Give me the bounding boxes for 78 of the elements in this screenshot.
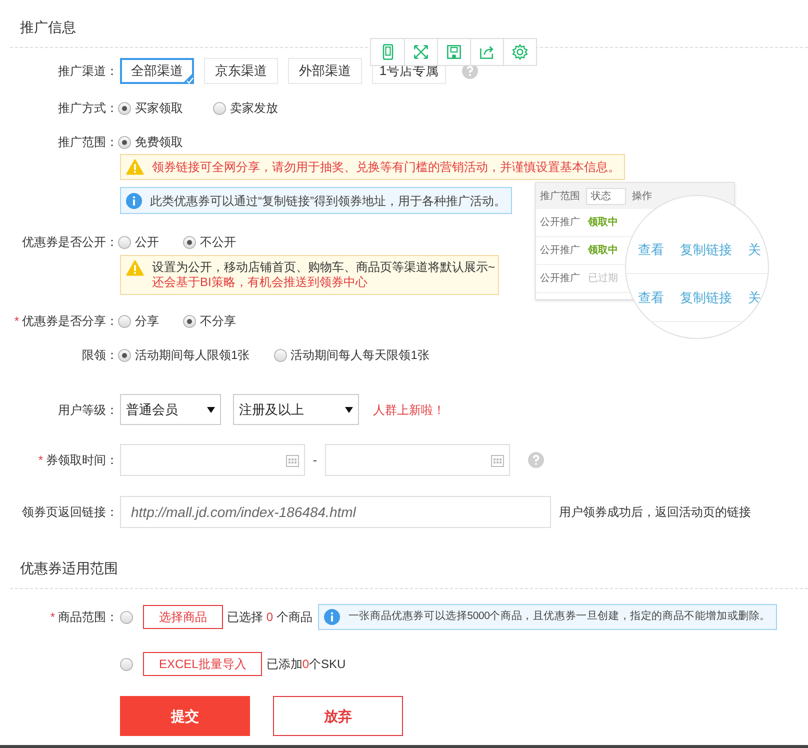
url-input[interactable]: http://mall.jd.com/index-186484.html — [120, 496, 551, 528]
radio-button[interactable] — [183, 314, 196, 328]
dropdown-select[interactable]: 普通会员 — [120, 394, 221, 425]
channel-tab[interactable]: 全部渠道 — [120, 58, 194, 84]
required-asterisk: * — [14, 313, 19, 330]
range-separator: - — [313, 452, 317, 469]
radio-label: 分享 — [135, 313, 159, 330]
field-label: 推广方式： — [58, 100, 118, 117]
required-asterisk: * — [50, 609, 55, 626]
field-label: 领券页返回链接： — [22, 504, 118, 521]
check-corner-icon — [182, 72, 194, 84]
select-goods-button[interactable]: 选择商品 — [143, 605, 223, 629]
field-label: 推广渠道： — [58, 63, 118, 80]
info-text: 一张商品优惠券可以选择5000个商品，且优惠券一旦创建，指定的商品不能增加或删除。 — [348, 609, 771, 624]
field-label: 优惠券是否公开： — [22, 234, 118, 251]
notice-text: 设置为公开，移动店铺首页、购物车、商品页等渠道将默认展示~ — [152, 260, 496, 275]
field-label: 券领取时间： — [46, 452, 118, 469]
radio-button[interactable] — [118, 102, 131, 114]
radio-label: 不分享 — [200, 313, 236, 330]
radio-button[interactable] — [118, 348, 131, 362]
field-label: 优惠券是否分享： — [22, 313, 118, 330]
section-title: 推广信息 — [20, 19, 76, 35]
radio-label: 买家领取 — [135, 100, 183, 117]
radio-button[interactable] — [274, 348, 287, 362]
date-field[interactable] — [325, 444, 510, 476]
section-title: 优惠券适用范围 — [20, 560, 118, 576]
radio-button[interactable] — [120, 658, 133, 670]
calendar-icon[interactable] — [286, 454, 299, 466]
info-icon — [324, 609, 340, 625]
preview-cell-text: 公开推广 — [540, 244, 580, 258]
preview-header: 推广范围 — [540, 190, 580, 204]
info-icon — [126, 192, 142, 208]
radio-label: 活动期间每人每天限领1张 — [290, 347, 430, 364]
radio-label: 卖家发放 — [230, 100, 278, 117]
radio-button[interactable] — [118, 236, 131, 248]
info-text: 此类优惠券可以通过“复制链接”得到领券地址，用于各种推广活动。 — [150, 192, 506, 210]
preview-cell-text: 公开推广 — [540, 272, 580, 286]
preview-status: 领取中 — [588, 216, 618, 230]
radio-label: 不公开 — [200, 234, 236, 251]
radio-button[interactable] — [183, 236, 196, 248]
field-label: 限领： — [82, 347, 118, 364]
selection-count-text: 已添加0个SKU — [266, 656, 346, 673]
submit-button[interactable]: 提交 — [120, 696, 250, 736]
calendar-icon[interactable] — [491, 454, 504, 466]
field-label: 商品范围： — [58, 609, 118, 626]
preview-cell-text: 公开推广 — [540, 216, 580, 230]
radio-button[interactable] — [118, 314, 131, 328]
warning-icon — [126, 159, 144, 175]
channel-tab[interactable]: 京东渠道 — [204, 58, 278, 84]
field-label: 用户等级： — [58, 402, 118, 418]
settings-icon[interactable] — [511, 43, 529, 61]
channel-tab[interactable]: 外部渠道 — [288, 58, 362, 84]
field-label: 推广范围： — [58, 134, 118, 151]
dropdown-select[interactable]: 注册及以上 — [233, 394, 359, 425]
select-goods-button[interactable]: EXCEL批量导入 — [143, 652, 262, 676]
required-asterisk: * — [38, 452, 43, 469]
date-field[interactable] — [120, 444, 305, 476]
warning-icon — [126, 260, 144, 276]
save-icon[interactable] — [445, 43, 463, 61]
radio-button[interactable] — [120, 610, 133, 624]
caret-icon — [207, 406, 215, 412]
selection-count-text: 已选择 0 个商品 — [227, 609, 312, 626]
hint-text: 用户领券成功后，返回活动页的链接 — [559, 504, 751, 521]
preview-header: 操作 — [632, 190, 652, 204]
caret-icon — [345, 406, 353, 412]
radio-button[interactable] — [118, 136, 131, 148]
radio-button[interactable] — [213, 102, 226, 114]
radio-label: 免费领取 — [135, 134, 183, 151]
new-badge-text: 人群上新啦！ — [373, 402, 445, 418]
warning-text: 领券链接可全网分享，请勿用于抽奖、兑换等有门槛的营销活动，并谨慎设置基本信息。 — [152, 159, 620, 176]
notice-text: 还会基于BI策略，有机会推送到领券中心 — [152, 275, 368, 290]
help-icon[interactable] — [528, 452, 544, 468]
preview-status: 已过期 — [588, 272, 618, 286]
cancel-button[interactable]: 放弃 — [273, 696, 403, 736]
expand-icon[interactable] — [412, 43, 430, 61]
radio-label: 活动期间每人限领1张 — [135, 347, 250, 364]
preview-status: 领取中 — [588, 244, 618, 258]
radio-label: 公开 — [135, 234, 159, 251]
